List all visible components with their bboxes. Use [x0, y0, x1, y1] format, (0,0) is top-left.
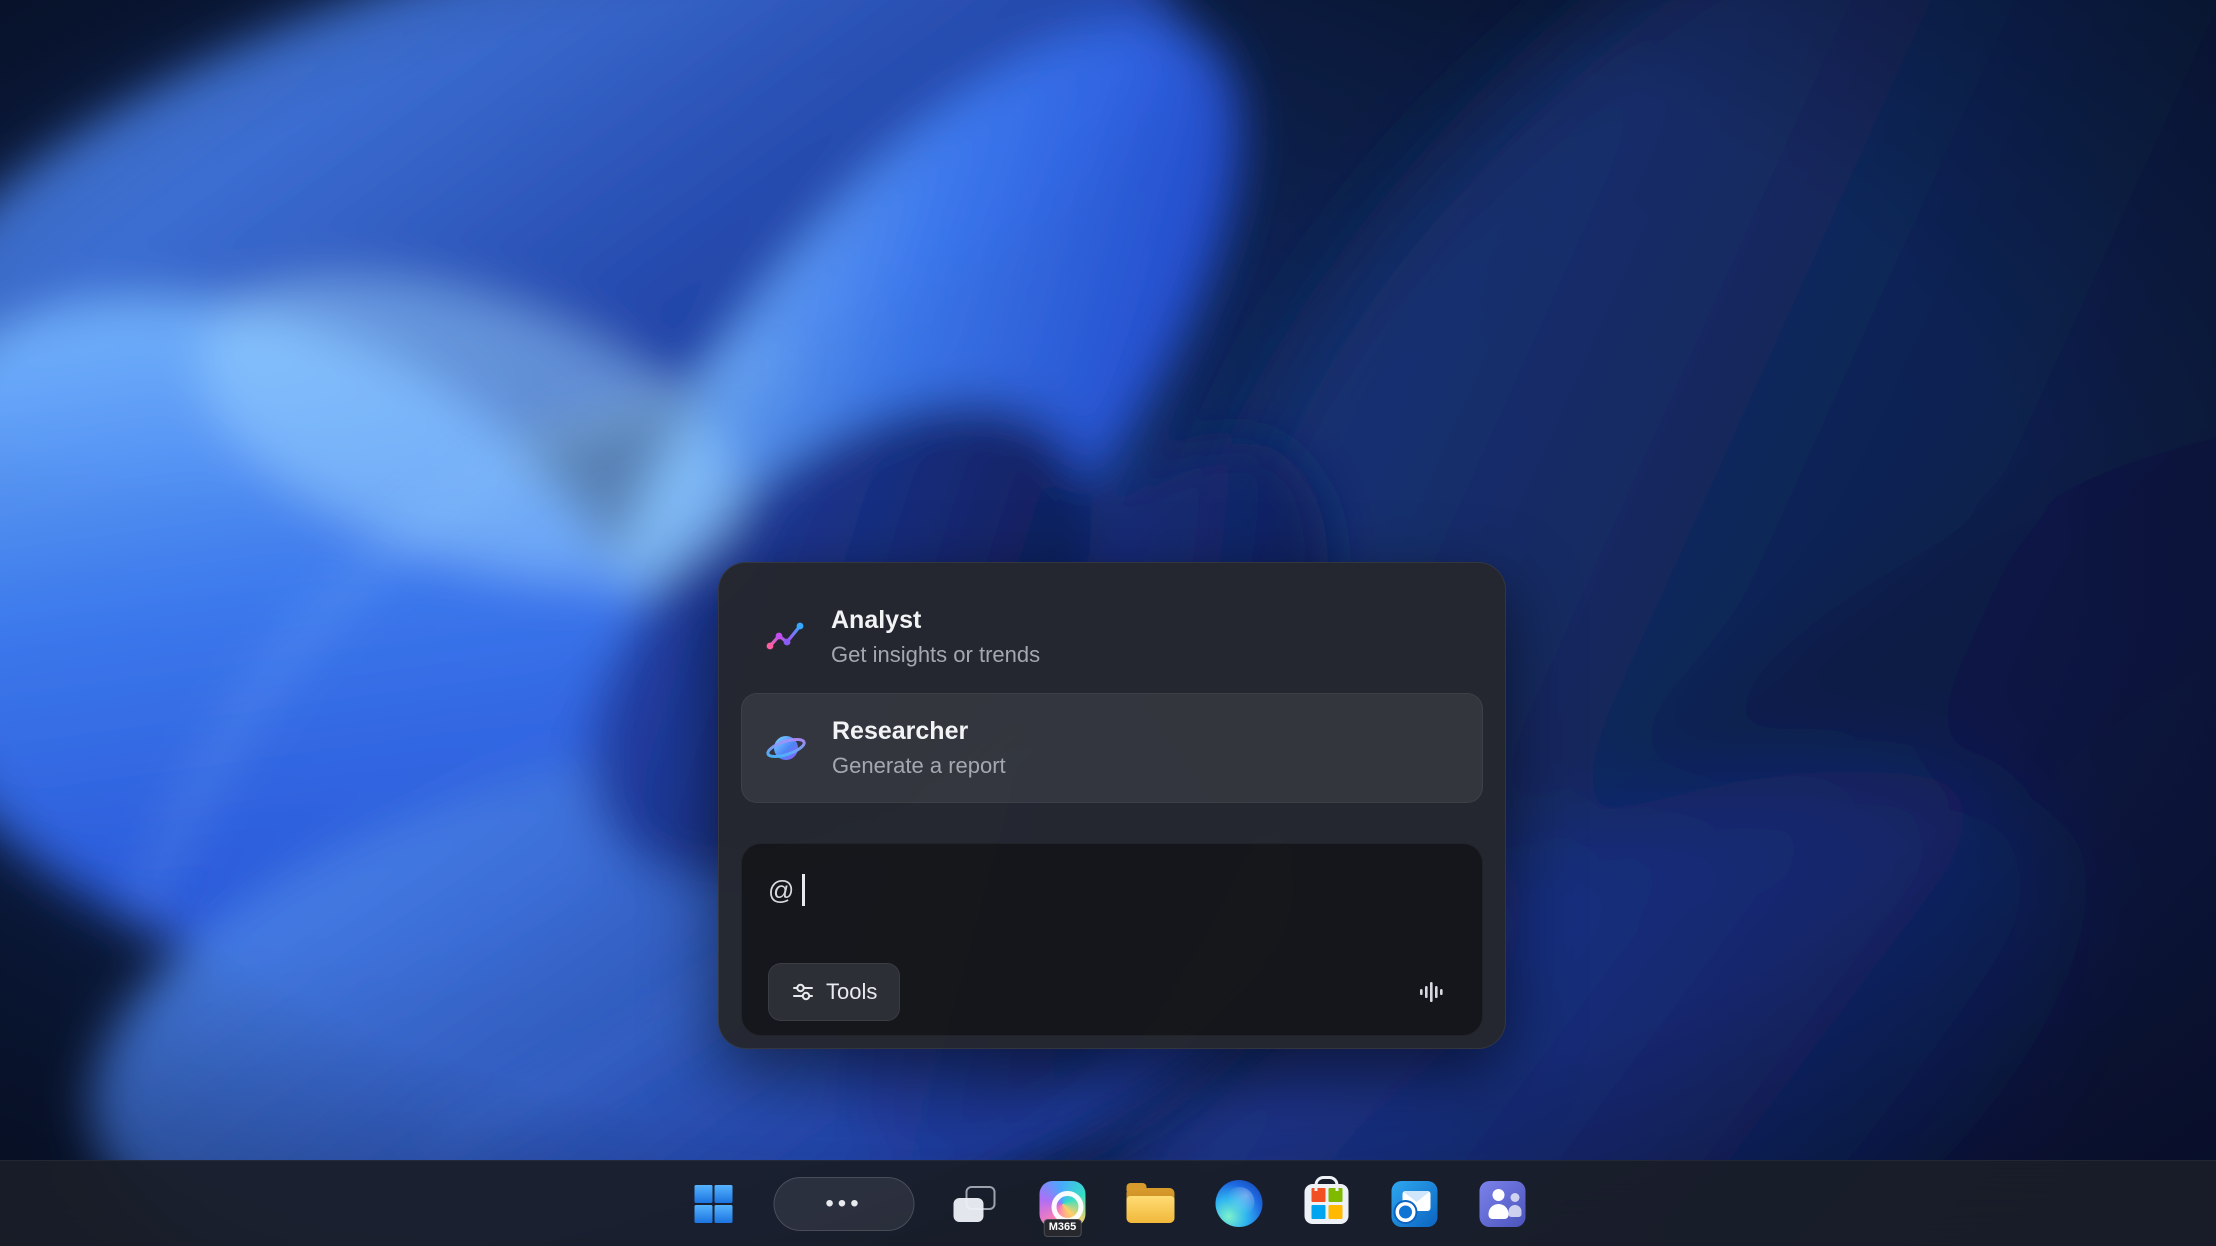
store-icon	[1305, 1184, 1349, 1224]
menu-item-subtitle: Get insights or trends	[831, 643, 1040, 667]
task-view-button[interactable]	[947, 1176, 1003, 1232]
menu-item-title: Researcher	[832, 718, 1006, 746]
task-view-icon	[954, 1186, 996, 1222]
menu-item-analyst[interactable]: Analyst Get insights or trends	[741, 581, 1483, 693]
m365-badge: M365	[1044, 1219, 1082, 1236]
tools-button[interactable]: Tools	[768, 963, 900, 1021]
copilot-flyout: Analyst Get insights or trends Researche…	[718, 562, 1506, 1049]
start-button[interactable]	[686, 1176, 742, 1232]
search-dots-label: •••	[825, 1192, 862, 1216]
copilot-input-card: @ Tools	[741, 843, 1483, 1036]
text-cursor	[802, 874, 805, 906]
menu-item-title: Analyst	[831, 607, 1040, 635]
copilot-m365-button[interactable]: M365	[1035, 1176, 1091, 1232]
teams-button[interactable]	[1475, 1176, 1531, 1232]
copilot-input[interactable]: @	[768, 874, 1458, 906]
researcher-planet-icon	[764, 726, 808, 770]
teams-icon	[1480, 1181, 1526, 1227]
analyst-chart-icon	[763, 615, 807, 659]
windows-start-icon	[693, 1183, 735, 1225]
menu-item-researcher[interactable]: Researcher Generate a report	[741, 693, 1483, 803]
tools-label: Tools	[826, 979, 877, 1005]
edge-icon	[1215, 1180, 1262, 1227]
sliders-icon	[791, 980, 815, 1004]
microsoft-store-button[interactable]	[1299, 1176, 1355, 1232]
voice-waveform-icon	[1416, 977, 1446, 1007]
voice-input-button[interactable]	[1416, 977, 1446, 1007]
folder-icon	[1127, 1185, 1175, 1223]
file-explorer-button[interactable]	[1123, 1176, 1179, 1232]
taskbar-icon-group: ••• M365	[686, 1161, 1531, 1246]
taskbar: ••• M365	[0, 1160, 2216, 1246]
menu-item-subtitle: Generate a report	[832, 754, 1006, 778]
copilot-input-value: @	[768, 875, 794, 906]
outlook-icon	[1392, 1181, 1438, 1227]
edge-button[interactable]	[1211, 1176, 1267, 1232]
outlook-button[interactable]	[1387, 1176, 1443, 1232]
taskbar-search[interactable]: •••	[774, 1177, 915, 1231]
